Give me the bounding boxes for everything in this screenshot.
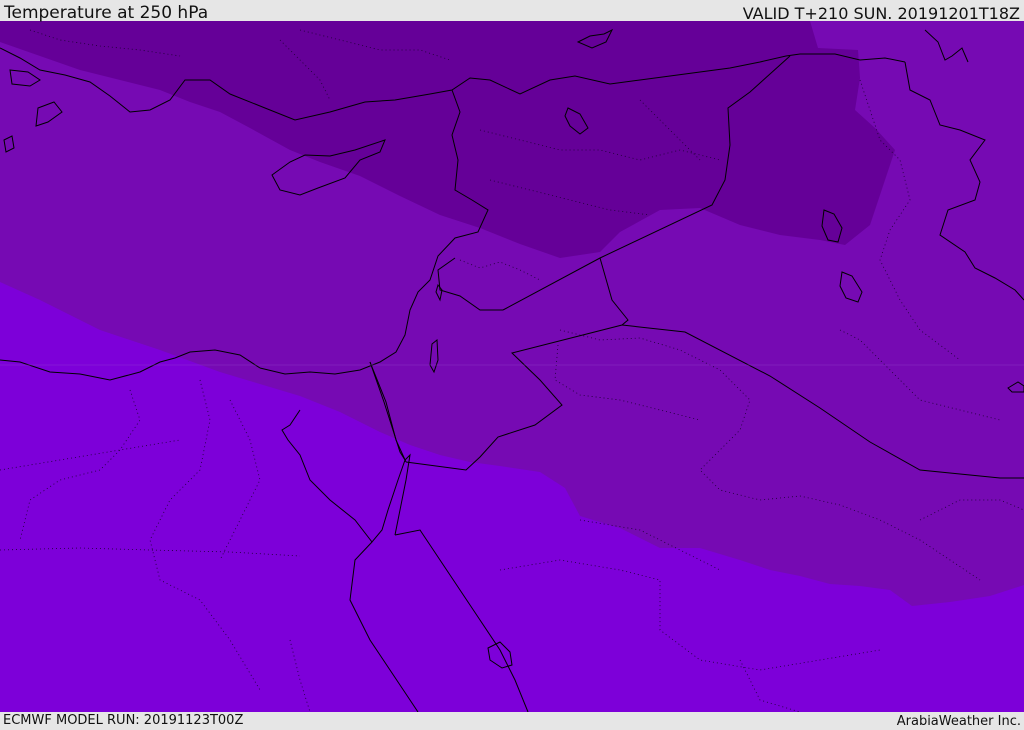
footer-bar: ECMWF MODEL RUN: 20191123T00Z ArabiaWeat… [0,712,1024,729]
credit-label: ArabiaWeather Inc. [896,714,1021,729]
weather-map[interactable] [0,21,1024,712]
valid-time-label: VALID T+210 SUN. 20191201T18Z [742,4,1020,23]
header-bar: Temperature at 250 hPa VALID T+210 SUN. … [0,0,1024,23]
model-run-label: ECMWF MODEL RUN: 20191123T00Z [3,713,244,728]
map-title: Temperature at 250 hPa [4,3,209,23]
